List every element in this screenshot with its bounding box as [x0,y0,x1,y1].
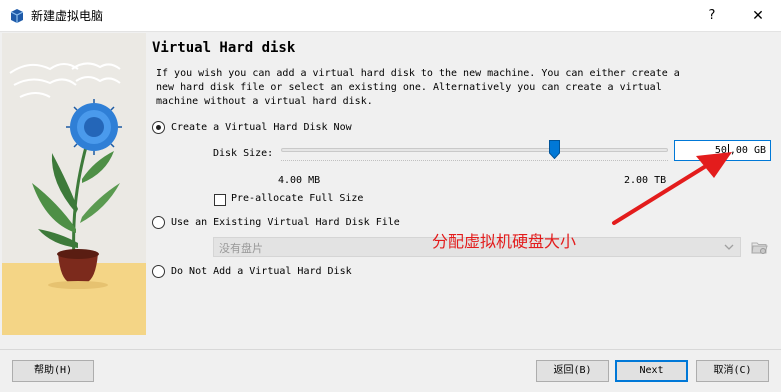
no-disk-label[interactable]: Do Not Add a Virtual Hard Disk [171,265,352,278]
page-title: Virtual Hard disk [152,40,296,56]
help-title-button[interactable]: ? [689,0,735,32]
help-button[interactable]: 帮助(H) [12,360,94,382]
flower-illustration [2,33,146,335]
back-button[interactable]: 返回(B) [536,360,609,382]
annotation-arrow [612,152,732,225]
cancel-button[interactable]: 取消(C) [696,360,769,382]
page-description: If you wish you can add a virtual hard d… [156,68,680,107]
virtualbox-icon [10,9,24,23]
footer-separator [0,349,781,350]
slider-handle[interactable] [549,140,560,159]
title-bar: 新建虚拟电脑 ? ✕ [0,0,781,32]
slider-min-label: 4.00 MB [278,175,321,186]
existing-disk-label[interactable]: Use an Existing Virtual Hard Disk File [171,216,400,229]
preallocate-label[interactable]: Pre-allocate Full Size [231,193,363,204]
wizard-illustration [2,33,146,335]
choose-disk-folder-icon[interactable] [749,237,769,257]
close-button[interactable]: ✕ [735,0,781,32]
next-button[interactable]: Next [615,360,688,382]
disk-size-label: Disk Size: [213,148,274,159]
window-title: 新建虚拟电脑 [31,9,104,23]
no-disk-radio[interactable] [152,265,165,278]
chevron-down-icon [724,244,734,250]
existing-disk-radio[interactable] [152,216,165,229]
create-disk-label[interactable]: Create a Virtual Hard Disk Now [171,121,352,134]
existing-disk-select-value: 没有盘片 [219,242,263,255]
create-disk-radio[interactable] [152,121,165,134]
preallocate-checkbox[interactable] [214,194,226,206]
annotation-text: 分配虚拟机硬盘大小 [432,232,577,251]
